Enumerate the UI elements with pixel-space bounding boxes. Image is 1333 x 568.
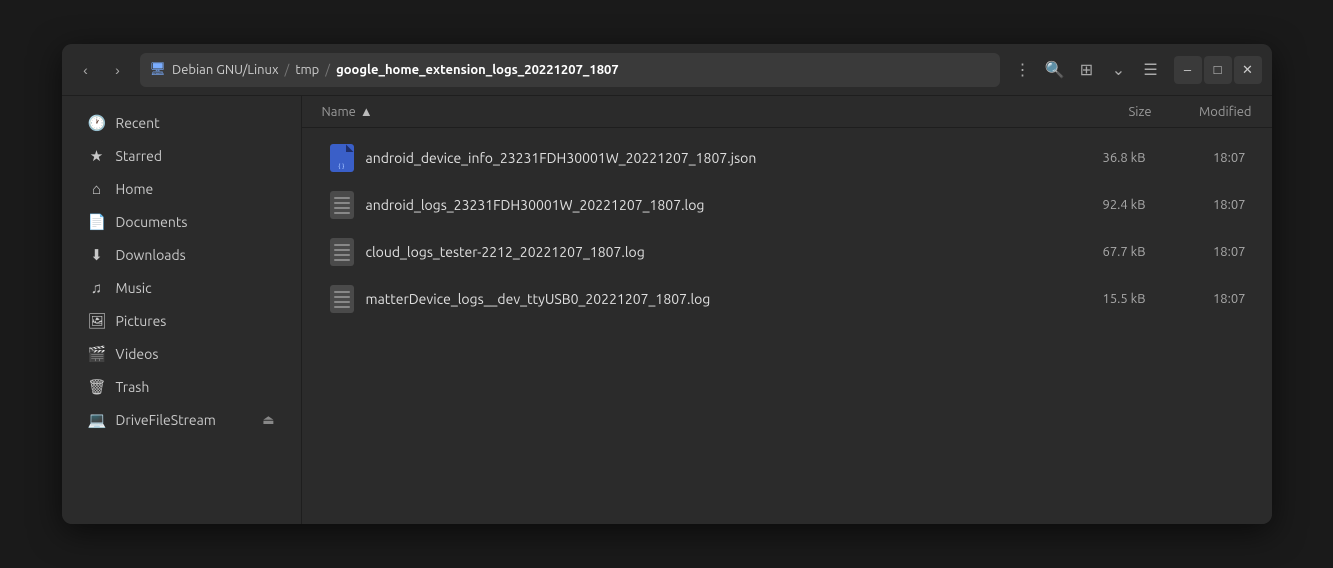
drivefilestream-label: DriveFileStream xyxy=(116,412,216,428)
sidebar: 🕐 Recent ★ Starred ⌂ Home 📄 Documents ⬇ Downloads… xyxy=(62,96,302,524)
sidebar-item-music[interactable]: ♫ Music xyxy=(68,272,295,304)
file-name: cloud_logs_tester-2212_20221207_1807.log xyxy=(366,244,1046,260)
file-modified: 18:07 xyxy=(1146,151,1246,165)
breadcrumb-sep-2: / xyxy=(325,63,330,77)
file-manager-window: ‹ › 🖥 Debian GNU/Linux / tmp / google_ho… xyxy=(62,44,1272,524)
videos-label: Videos xyxy=(116,346,159,362)
search-button[interactable]: 🔍 xyxy=(1040,55,1070,85)
table-row[interactable]: android_logs_23231FDH30001W_20221207_180… xyxy=(308,182,1266,228)
sidebar-item-starred[interactable]: ★ Starred xyxy=(68,140,295,172)
breadcrumb-debian[interactable]: Debian GNU/Linux xyxy=(172,63,279,77)
pictures-label: Pictures xyxy=(116,313,167,329)
titlebar: ‹ › 🖥 Debian GNU/Linux / tmp / google_ho… xyxy=(62,44,1272,96)
sort-icon: ▲ xyxy=(360,104,373,119)
table-row[interactable]: { } android_device_info_23231FDH30001W_2… xyxy=(308,135,1266,181)
sidebar-item-home[interactable]: ⌂ Home xyxy=(68,173,295,205)
nav-buttons: ‹ › xyxy=(72,56,132,84)
file-modified: 18:07 xyxy=(1146,198,1246,212)
maximize-button[interactable]: □ xyxy=(1204,56,1232,84)
downloads-label: Downloads xyxy=(116,247,186,263)
sidebar-item-downloads[interactable]: ⬇ Downloads xyxy=(68,239,295,271)
file-icon-1 xyxy=(328,189,356,221)
table-row[interactable]: matterDevice_logs__dev_ttyUSB0_20221207_… xyxy=(308,276,1266,322)
sidebar-item-recent[interactable]: 🕐 Recent xyxy=(68,107,295,139)
breadcrumb-tmp[interactable]: tmp xyxy=(295,63,319,77)
file-icon-0: { } xyxy=(328,142,356,174)
file-icon-2 xyxy=(328,236,356,268)
header-name: Name ▲ xyxy=(322,104,1052,119)
view-grid-button[interactable]: ⊞ xyxy=(1072,55,1102,85)
breadcrumb-sep-1: / xyxy=(285,63,290,77)
close-button[interactable]: ✕ xyxy=(1234,56,1262,84)
starred-label: Starred xyxy=(116,148,163,164)
breadcrumb: 🖥 Debian GNU/Linux / tmp / google_home_e… xyxy=(140,53,1000,87)
trash-label: Trash xyxy=(116,379,150,395)
home-icon: ⌂ xyxy=(88,180,106,198)
eject-button[interactable]: ⏏ xyxy=(262,413,274,428)
sidebar-item-videos[interactable]: 🎬 Videos xyxy=(68,338,295,370)
file-name: android_device_info_23231FDH30001W_20221… xyxy=(366,150,1046,166)
titlebar-actions: ⋮ 🔍 ⊞ ⌄ ☰ xyxy=(1008,55,1166,85)
file-list-header: Name ▲ Size Modified xyxy=(302,96,1272,128)
recent-icon: 🕐 xyxy=(88,114,106,132)
documents-label: Documents xyxy=(116,214,188,230)
header-modified: Modified xyxy=(1152,105,1252,119)
file-size: 15.5 kB xyxy=(1046,292,1146,306)
back-button[interactable]: ‹ xyxy=(72,56,100,84)
documents-icon: 📄 xyxy=(88,213,106,231)
videos-icon: 🎬 xyxy=(88,345,106,363)
downloads-icon: ⬇ xyxy=(88,246,106,264)
music-label: Music xyxy=(116,280,152,296)
recent-label: Recent xyxy=(116,115,160,131)
starred-icon: ★ xyxy=(88,147,106,165)
view-list-button[interactable]: ☰ xyxy=(1136,55,1166,85)
file-icon-3 xyxy=(328,283,356,315)
table-row[interactable]: cloud_logs_tester-2212_20221207_1807.log… xyxy=(308,229,1266,275)
window-controls: – □ ✕ xyxy=(1174,56,1262,84)
header-name-label: Name xyxy=(322,105,356,119)
file-size: 67.7 kB xyxy=(1046,245,1146,259)
sidebar-item-documents[interactable]: 📄 Documents xyxy=(68,206,295,238)
breadcrumb-current[interactable]: google_home_extension_logs_20221207_1807 xyxy=(336,63,619,77)
view-chevron-button[interactable]: ⌄ xyxy=(1104,55,1134,85)
sidebar-item-pictures[interactable]: 🖼 Pictures xyxy=(68,305,295,337)
pictures-icon: 🖼 xyxy=(88,312,106,330)
minimize-button[interactable]: – xyxy=(1174,56,1202,84)
file-size: 36.8 kB xyxy=(1046,151,1146,165)
music-icon: ♫ xyxy=(88,279,106,297)
trash-icon: 🗑 xyxy=(88,378,106,396)
sidebar-drive-drivefilestream[interactable]: 💻 DriveFileStream ⏏ xyxy=(68,404,295,436)
home-label: Home xyxy=(116,181,154,197)
forward-button[interactable]: › xyxy=(104,56,132,84)
file-area: Name ▲ Size Modified { } android_device_… xyxy=(302,96,1272,524)
main-content: 🕐 Recent ★ Starred ⌂ Home 📄 Documents ⬇ Downloads… xyxy=(62,96,1272,524)
more-options-button[interactable]: ⋮ xyxy=(1008,55,1038,85)
header-size: Size xyxy=(1052,105,1152,119)
file-size: 92.4 kB xyxy=(1046,198,1146,212)
file-name: matterDevice_logs__dev_ttyUSB0_20221207_… xyxy=(366,291,1046,307)
sidebar-item-trash[interactable]: 🗑 Trash xyxy=(68,371,295,403)
file-name: android_logs_23231FDH30001W_20221207_180… xyxy=(366,197,1046,213)
drivefilestream-icon: 💻 xyxy=(88,411,106,429)
os-icon: 🖥 xyxy=(150,62,167,77)
file-modified: 18:07 xyxy=(1146,292,1246,306)
file-list: { } android_device_info_23231FDH30001W_2… xyxy=(302,128,1272,524)
file-modified: 18:07 xyxy=(1146,245,1246,259)
